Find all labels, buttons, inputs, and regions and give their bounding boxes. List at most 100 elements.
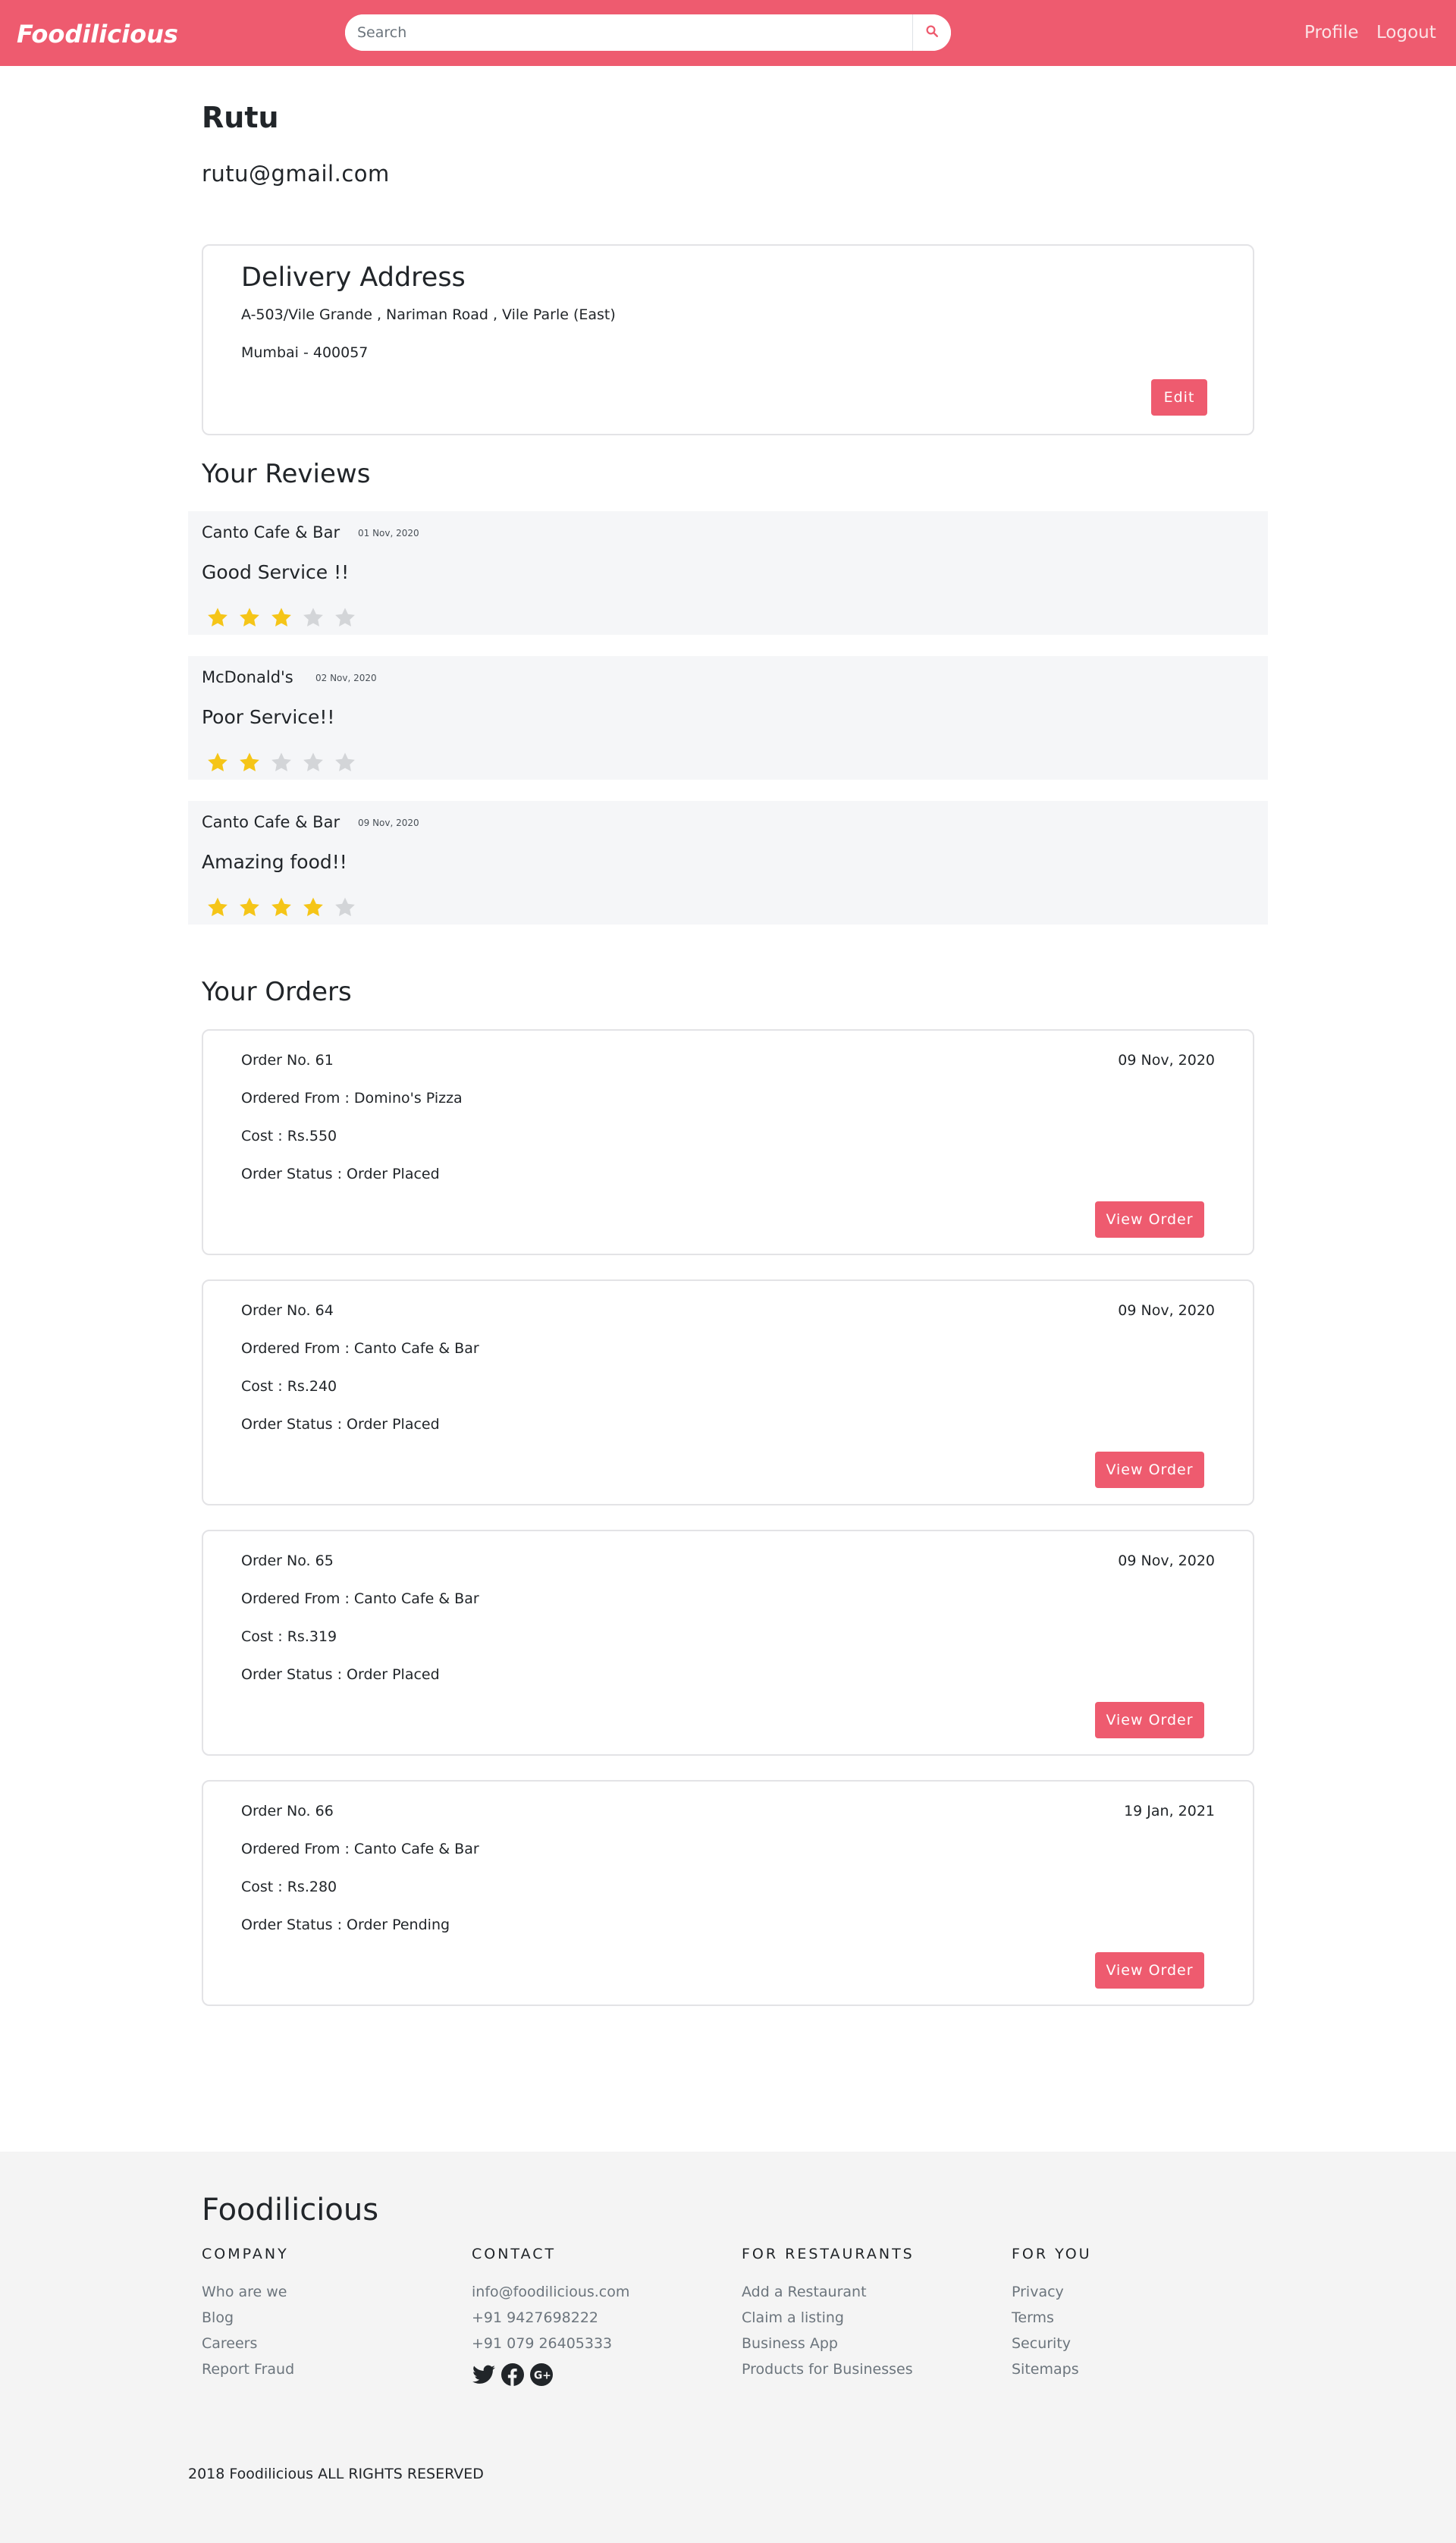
svg-text:G+: G+ [534, 2370, 551, 2382]
footer-column-restaurants: FOR RESTAURANTS Add a Restaurant Claim a… [742, 2246, 915, 2387]
order-restaurant: Ordered From : Domino's Pizza [241, 1090, 463, 1107]
star-filled-icon [238, 749, 270, 776]
order-date: 09 Nov, 2020 [1118, 1302, 1215, 1319]
footer-link[interactable]: Add a Restaurant [742, 2284, 915, 2309]
order-date: 09 Nov, 2020 [1118, 1552, 1215, 1569]
order-status: Order Status : Order Placed [241, 1166, 440, 1182]
star-filled-icon [206, 749, 238, 776]
order-number: Order No. 66 [241, 1803, 334, 1819]
footer-link[interactable]: Privacy [1012, 2284, 1092, 2309]
star-empty-icon [334, 604, 366, 631]
review-text: Good Service !! [202, 561, 350, 583]
footer-link[interactable]: Report Fraud [202, 2361, 294, 2387]
star-empty-icon [302, 749, 334, 776]
review-restaurant[interactable]: McDonald's [202, 668, 293, 686]
star-rating [206, 749, 366, 776]
star-empty-icon [302, 604, 334, 631]
order-status: Order Status : Order Placed [241, 1416, 440, 1433]
view-order-button[interactable]: View Order [1095, 1452, 1204, 1488]
social-links: G+ [472, 2362, 629, 2387]
user-email: rutu@gmail.com [202, 161, 390, 187]
order-card: Order No. 66 19 Jan, 2021 Ordered From :… [202, 1780, 1254, 2006]
twitter-icon[interactable] [472, 2362, 496, 2387]
review-item: Canto Cafe & Bar 09 Nov, 2020 Amazing fo… [188, 801, 1268, 925]
footer-column-for-you: FOR YOU Privacy Terms Security Sitemaps [1012, 2246, 1092, 2387]
footer-heading: COMPANY [202, 2246, 289, 2262]
order-number: Order No. 64 [241, 1302, 334, 1319]
review-date: 02 Nov, 2020 [315, 673, 377, 683]
review-restaurant[interactable]: Canto Cafe & Bar [202, 813, 340, 831]
footer-link[interactable]: Blog [202, 2309, 294, 2335]
star-empty-icon [334, 749, 366, 776]
facebook-icon[interactable] [500, 2362, 525, 2387]
orders-title: Your Orders [202, 977, 352, 1007]
footer-heading: CONTACT [472, 2246, 557, 2262]
review-item: Canto Cafe & Bar 01 Nov, 2020 Good Servi… [188, 511, 1268, 635]
nav-profile-link[interactable]: Profile [1304, 23, 1359, 42]
order-restaurant: Ordered From : Canto Cafe & Bar [241, 1340, 479, 1357]
address-line-1: A-503/Vile Grande , Nariman Road , Vile … [241, 306, 616, 323]
search-bar [345, 14, 951, 51]
search-icon [925, 24, 939, 41]
footer-link[interactable]: Who are we [202, 2284, 294, 2309]
star-filled-icon [302, 893, 334, 921]
star-empty-icon [270, 749, 302, 776]
review-date: 01 Nov, 2020 [358, 528, 419, 538]
order-restaurant: Ordered From : Canto Cafe & Bar [241, 1590, 479, 1607]
delivery-address-card: Delivery Address A-503/Vile Grande , Nar… [202, 244, 1254, 435]
view-order-button[interactable]: View Order [1095, 1201, 1204, 1238]
copyright-text: 2018 Foodilicious ALL RIGHTS RESERVED [188, 2466, 484, 2482]
order-card: Order No. 64 09 Nov, 2020 Ordered From :… [202, 1279, 1254, 1505]
reviews-title: Your Reviews [202, 459, 371, 489]
google-plus-icon[interactable]: G+ [529, 2362, 554, 2387]
review-date: 09 Nov, 2020 [358, 818, 419, 828]
footer-link[interactable]: Terms [1012, 2309, 1092, 2335]
footer-link[interactable]: Careers [202, 2335, 294, 2361]
edit-address-button[interactable]: Edit [1151, 379, 1207, 416]
contact-phone[interactable]: +91 079 26405333 [472, 2335, 629, 2361]
star-empty-icon [334, 893, 366, 921]
order-date: 09 Nov, 2020 [1118, 1052, 1215, 1069]
address-line-2: Mumbai - 400057 [241, 344, 369, 361]
order-status: Order Status : Order Pending [241, 1917, 450, 1933]
footer-column-company: COMPANY Who are we Blog Careers Report F… [202, 2246, 294, 2387]
star-filled-icon [270, 893, 302, 921]
star-filled-icon [238, 893, 270, 921]
contact-phone[interactable]: +91 9427698222 [472, 2309, 629, 2335]
brand-logo[interactable]: Foodilicious [17, 20, 178, 49]
order-cost: Cost : Rs.280 [241, 1879, 337, 1895]
search-input[interactable] [345, 14, 912, 51]
order-card: Order No. 65 09 Nov, 2020 Ordered From :… [202, 1530, 1254, 1756]
footer-heading: FOR RESTAURANTS [742, 2246, 915, 2262]
review-text: Amazing food!! [202, 851, 347, 873]
footer-link[interactable]: Security [1012, 2335, 1092, 2361]
star-rating [206, 604, 366, 631]
star-filled-icon [206, 604, 238, 631]
nav-logout-link[interactable]: Logout [1376, 23, 1436, 42]
order-number: Order No. 65 [241, 1552, 334, 1569]
order-restaurant: Ordered From : Canto Cafe & Bar [241, 1841, 479, 1857]
star-filled-icon [206, 893, 238, 921]
footer: Foodilicious COMPANY Who are we Blog Car… [0, 2152, 1456, 2543]
order-card: Order No. 61 09 Nov, 2020 Ordered From :… [202, 1029, 1254, 1255]
footer-column-contact: CONTACT info@foodilicious.com +91 942769… [472, 2246, 629, 2387]
order-cost: Cost : Rs.319 [241, 1628, 337, 1645]
star-filled-icon [238, 604, 270, 631]
order-number: Order No. 61 [241, 1052, 334, 1069]
navbar: Foodilicious Profile Logout [0, 0, 1456, 66]
footer-link[interactable]: Sitemaps [1012, 2361, 1092, 2387]
view-order-button[interactable]: View Order [1095, 1952, 1204, 1989]
address-title: Delivery Address [241, 262, 466, 293]
footer-link[interactable]: Business App [742, 2335, 915, 2361]
review-item: McDonald's 02 Nov, 2020 Poor Service!! [188, 656, 1268, 780]
order-cost: Cost : Rs.240 [241, 1378, 337, 1395]
view-order-button[interactable]: View Order [1095, 1702, 1204, 1738]
star-filled-icon [270, 604, 302, 631]
order-status: Order Status : Order Placed [241, 1666, 440, 1683]
contact-email[interactable]: info@foodilicious.com [472, 2284, 629, 2309]
footer-link[interactable]: Claim a listing [742, 2309, 915, 2335]
search-button[interactable] [912, 14, 951, 51]
footer-link[interactable]: Products for Businesses [742, 2361, 915, 2387]
review-restaurant[interactable]: Canto Cafe & Bar [202, 523, 340, 542]
review-text: Poor Service!! [202, 706, 335, 728]
